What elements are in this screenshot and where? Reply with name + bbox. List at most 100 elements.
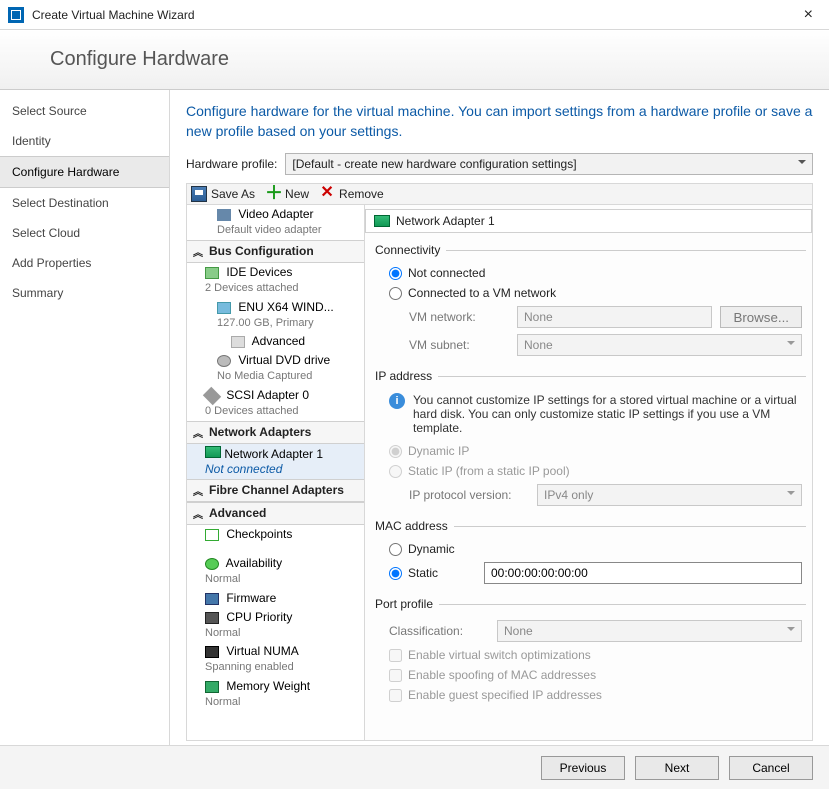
- tree-numa[interactable]: Virtual NUMA Spanning enabled: [187, 642, 364, 677]
- tree-advanced-disk[interactable]: Advanced: [187, 332, 364, 351]
- cpu-icon: [205, 612, 219, 624]
- hardware-tree[interactable]: Video Adapter Default video adapter ︽ Bu…: [187, 205, 365, 740]
- tree-scsi[interactable]: SCSI Adapter 0 0 Devices attached: [187, 386, 364, 421]
- detail-header: Network Adapter 1: [365, 209, 812, 233]
- tree-availability[interactable]: Availability Normal: [187, 554, 364, 589]
- tree-cpu[interactable]: CPU Priority Normal: [187, 608, 364, 643]
- info-icon: i: [389, 393, 405, 409]
- ip-protocol-label: IP protocol version:: [409, 488, 529, 502]
- vm-network-label: VM network:: [409, 310, 509, 324]
- tree-header-fibre[interactable]: ︽ Fibre Channel Adapters: [187, 479, 364, 502]
- vm-network-input: None: [517, 306, 712, 328]
- scsi-icon: [203, 387, 221, 405]
- check-guest-ip: [389, 689, 402, 702]
- save-icon: [191, 186, 207, 202]
- nav-select-cloud[interactable]: Select Cloud: [0, 218, 169, 248]
- chevron-up-icon: ︽: [193, 483, 203, 498]
- window-title: Create Virtual Machine Wizard: [32, 8, 796, 22]
- nav-select-source[interactable]: Select Source: [0, 96, 169, 126]
- plus-icon: ＋: [265, 186, 281, 202]
- titlebar: Create Virtual Machine Wizard ×: [0, 0, 829, 30]
- label-dynamic-ip: Dynamic IP: [408, 444, 469, 458]
- browse-button: Browse...: [720, 306, 802, 328]
- footer: Previous Next Cancel: [0, 745, 829, 789]
- nav-summary[interactable]: Summary: [0, 278, 169, 308]
- nav-add-properties[interactable]: Add Properties: [0, 248, 169, 278]
- tree-header-network[interactable]: ︽ Network Adapters: [187, 421, 364, 444]
- nav-select-destination[interactable]: Select Destination: [0, 188, 169, 218]
- memory-icon: [205, 681, 219, 693]
- radio-mac-dynamic[interactable]: [389, 543, 402, 556]
- mac-address-input[interactable]: [484, 562, 802, 584]
- check-switch-opt: [389, 649, 402, 662]
- next-button[interactable]: Next: [635, 756, 719, 780]
- chevron-up-icon: ︽: [193, 244, 203, 259]
- connectivity-legend: Connectivity: [375, 243, 446, 257]
- radio-static-ip: [389, 465, 402, 478]
- tree-dvd[interactable]: Virtual DVD drive No Media Captured: [187, 351, 364, 386]
- disk-icon: [217, 302, 231, 314]
- save-as-label: Save As: [211, 187, 255, 201]
- tree-disk[interactable]: ENU X64 WIND... 127.00 GB, Primary: [187, 298, 364, 333]
- hardware-profile-combo[interactable]: [Default - create new hardware configura…: [285, 153, 813, 175]
- body: Select Source Identity Configure Hardwar…: [0, 90, 829, 745]
- tree-nic-1[interactable]: Network Adapter 1 Not connected: [187, 444, 364, 479]
- intro-text: Configure hardware for the virtual machi…: [186, 102, 813, 141]
- ip-legend: IP address: [375, 369, 438, 383]
- numa-icon: [205, 646, 219, 658]
- app-icon: [8, 7, 24, 23]
- radio-connected[interactable]: [389, 287, 402, 300]
- new-button[interactable]: ＋ New: [265, 186, 309, 202]
- label-not-connected: Not connected: [408, 266, 485, 280]
- monitor-icon: [217, 209, 231, 221]
- nic-icon: [205, 446, 221, 458]
- tree-ide-devices[interactable]: IDE Devices 2 Devices attached: [187, 263, 364, 298]
- detail-pane: Network Adapter 1 Connectivity Not conne…: [365, 205, 812, 740]
- vm-subnet-combo: None: [517, 334, 802, 356]
- tree-header-bus[interactable]: ︽ Bus Configuration: [187, 240, 364, 263]
- nav-identity[interactable]: Identity: [0, 126, 169, 156]
- label-spoofing: Enable spoofing of MAC addresses: [408, 668, 596, 682]
- save-as-button[interactable]: Save As: [191, 186, 255, 202]
- remove-label: Remove: [339, 187, 384, 201]
- tree-checkpoints[interactable]: Checkpoints: [187, 525, 364, 544]
- hardware-profile-label: Hardware profile:: [186, 157, 277, 171]
- wizard-nav: Select Source Identity Configure Hardwar…: [0, 90, 170, 745]
- label-guest-ip: Enable guest specified IP addresses: [408, 688, 602, 702]
- remove-icon: ✕: [319, 186, 335, 202]
- mac-group: MAC address Dynamic Static: [375, 519, 806, 587]
- radio-mac-static[interactable]: [389, 567, 402, 580]
- nic-icon: [374, 215, 390, 227]
- nav-configure-hardware[interactable]: Configure Hardware: [0, 156, 169, 188]
- connectivity-group: Connectivity Not connected Connected to …: [375, 243, 806, 359]
- classification-combo: None: [497, 620, 802, 642]
- toolbar: Save As ＋ New ✕ Remove: [186, 183, 813, 204]
- previous-button[interactable]: Previous: [541, 756, 625, 780]
- chevron-up-icon: ︽: [193, 425, 203, 440]
- label-connected: Connected to a VM network: [408, 286, 556, 300]
- page-title: Configure Hardware: [50, 48, 229, 71]
- radio-dynamic-ip: [389, 445, 402, 458]
- tree-video-adapter[interactable]: Video Adapter Default video adapter: [187, 205, 364, 240]
- tree-memory-weight[interactable]: Memory Weight Normal: [187, 677, 364, 712]
- radio-not-connected[interactable]: [389, 267, 402, 280]
- classification-label: Classification:: [389, 624, 489, 638]
- page-icon: [231, 336, 245, 348]
- banner: Configure Hardware: [0, 30, 829, 90]
- label-mac-static: Static: [408, 566, 478, 580]
- availability-icon: [205, 558, 219, 570]
- tree-header-advanced[interactable]: ︽ Advanced: [187, 502, 364, 525]
- cancel-button[interactable]: Cancel: [729, 756, 813, 780]
- workarea: Video Adapter Default video adapter ︽ Bu…: [186, 204, 813, 741]
- main-panel: Configure hardware for the virtual machi…: [170, 90, 829, 745]
- tree-firmware[interactable]: Firmware: [187, 589, 364, 608]
- ip-group: IP address i You cannot customize IP set…: [375, 369, 806, 509]
- remove-button[interactable]: ✕ Remove: [319, 186, 384, 202]
- vm-subnet-label: VM subnet:: [409, 338, 509, 352]
- ide-icon: [205, 267, 219, 279]
- label-mac-dynamic: Dynamic: [408, 542, 455, 556]
- checkpoint-icon: [205, 529, 219, 541]
- label-static-ip: Static IP (from a static IP pool): [408, 464, 570, 478]
- ip-info-text: You cannot customize IP settings for a s…: [413, 393, 802, 435]
- close-icon[interactable]: ×: [796, 0, 821, 30]
